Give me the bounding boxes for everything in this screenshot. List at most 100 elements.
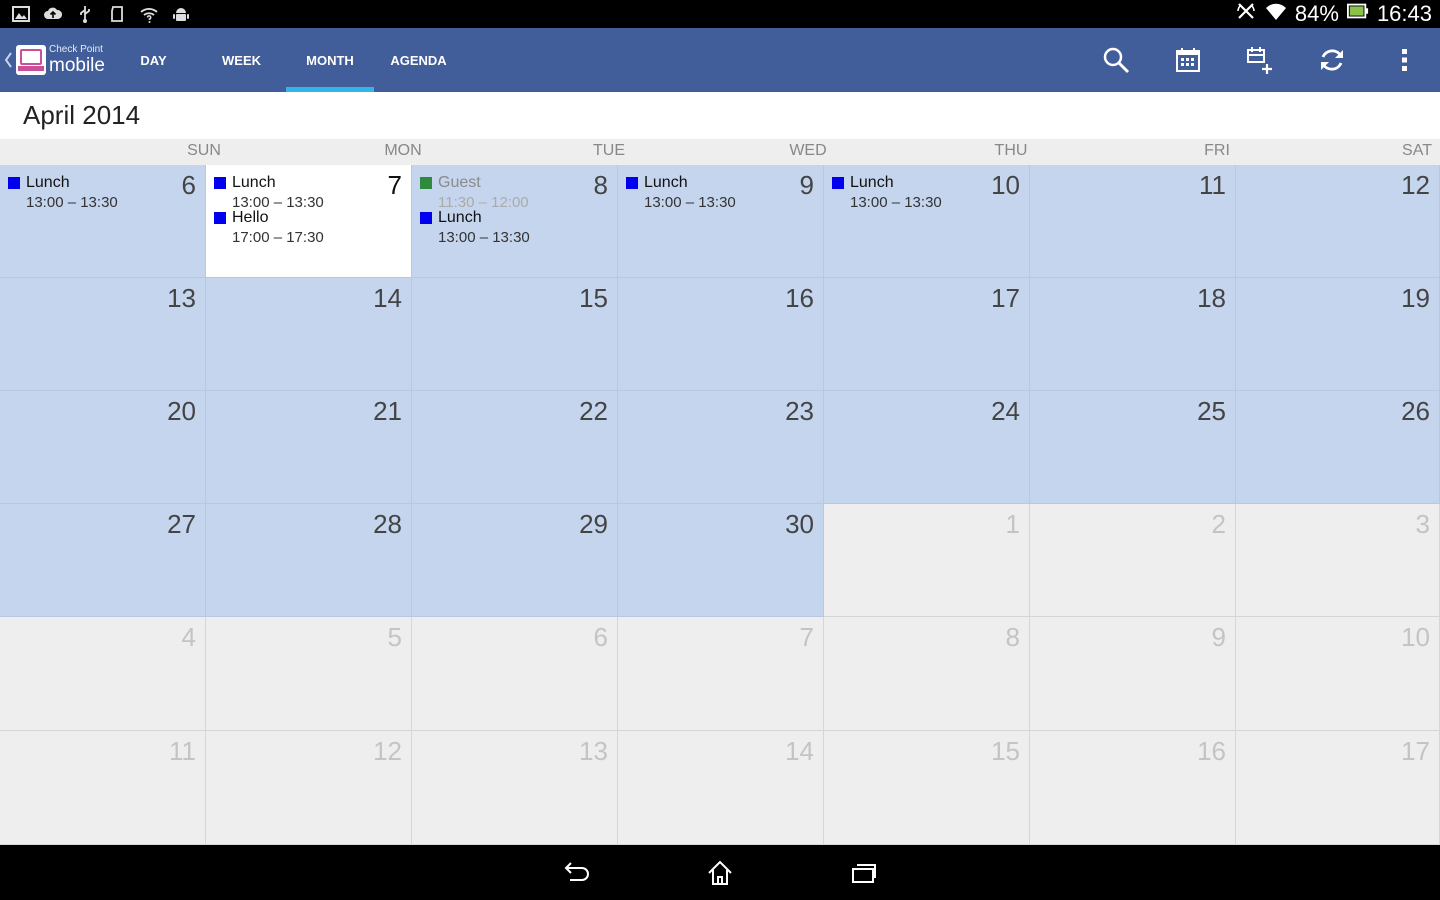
day-cell[interactable]: 13	[0, 278, 206, 391]
day-cell[interactable]: 17	[1236, 731, 1440, 845]
weekday-sat: SAT	[1402, 142, 1432, 159]
overflow-menu-button[interactable]	[1368, 28, 1440, 92]
cloud-icon	[42, 3, 64, 25]
day-number: 9	[1211, 622, 1226, 652]
refresh-button[interactable]	[1296, 28, 1368, 92]
day-cell[interactable]: 9	[1030, 617, 1236, 731]
android-icon	[170, 3, 192, 25]
day-cell[interactable]: 7 Lunch 13:00 – 13:30 Hello 17:00 – 17:30	[206, 165, 412, 278]
event-title-row: Lunch	[420, 209, 530, 227]
calendar-event[interactable]: Lunch 13:00 – 13:30	[8, 174, 118, 212]
day-cell[interactable]: 30	[618, 504, 824, 617]
day-cell[interactable]: 14	[206, 278, 412, 391]
day-cell[interactable]: 8	[824, 617, 1030, 731]
calendar-event[interactable]: Hello 17:00 – 17:30	[214, 209, 324, 247]
day-cell[interactable]: 29	[412, 504, 618, 617]
day-cell[interactable]: 15	[824, 731, 1030, 845]
day-cell[interactable]: 9 Lunch 13:00 – 13:30	[618, 165, 824, 278]
event-title-row: Hello	[214, 209, 324, 227]
tab-month[interactable]: MONTH	[286, 28, 374, 92]
month-title: April 2014	[23, 100, 141, 130]
go-to-today-button[interactable]	[1152, 28, 1224, 92]
home-button[interactable]	[702, 857, 738, 889]
tab-week[interactable]: WEEK	[197, 28, 286, 92]
day-cell[interactable]: 16	[1030, 731, 1236, 845]
recent-apps-button[interactable]	[846, 857, 882, 889]
tab-day[interactable]: DAY	[110, 28, 197, 92]
event-color-icon	[420, 212, 432, 225]
day-number: 18	[1197, 283, 1226, 313]
day-cell[interactable]: 4	[0, 617, 206, 731]
day-cell[interactable]: 2	[1030, 504, 1236, 617]
event-title: Hello	[232, 209, 269, 226]
day-number: 8	[593, 170, 608, 200]
weekday-thu: THU	[994, 142, 1028, 159]
day-cell[interactable]: 24	[824, 391, 1030, 504]
day-number: 16	[1197, 736, 1226, 766]
day-cell[interactable]: 16	[618, 278, 824, 391]
day-cell[interactable]: 12	[206, 731, 412, 845]
day-cell[interactable]: 6 Lunch 13:00 – 13:30	[0, 165, 206, 278]
calendar-event[interactable]: Guest 11:30 – 12:00	[420, 174, 529, 212]
day-cell[interactable]: 26	[1236, 391, 1440, 504]
up-navigation-icon[interactable]	[3, 50, 13, 70]
day-number: 14	[785, 736, 814, 766]
day-cell[interactable]: 7	[618, 617, 824, 731]
day-cell[interactable]: 19	[1236, 278, 1440, 391]
event-title-row: Lunch	[626, 174, 736, 192]
sd-card-icon	[106, 3, 128, 25]
day-cell[interactable]: 5	[206, 617, 412, 731]
day-cell[interactable]: 28	[206, 504, 412, 617]
calendar-event[interactable]: Lunch 13:00 – 13:30	[214, 174, 324, 212]
day-cell[interactable]: 22	[412, 391, 618, 504]
day-cell[interactable]: 8 Guest 11:30 – 12:00 Lunch 13:00 – 13:30	[412, 165, 618, 278]
day-cell[interactable]: 11	[1030, 165, 1236, 278]
day-number: 4	[181, 622, 196, 652]
nfc-icon	[1235, 0, 1257, 28]
new-event-button[interactable]	[1224, 28, 1296, 92]
navigation-bar	[0, 845, 1440, 900]
app-logo-icon[interactable]	[16, 45, 46, 75]
event-title: Lunch	[26, 174, 70, 191]
day-cell[interactable]: 10	[1236, 617, 1440, 731]
day-cell[interactable]: 12	[1236, 165, 1440, 278]
calendar-event[interactable]: Lunch 13:00 – 13:30	[626, 174, 736, 212]
event-title-row: Lunch	[832, 174, 942, 192]
month-grid: 6 Lunch 13:00 – 13:30 7 Lunch 13:00 – 13:30 He…	[0, 165, 1440, 845]
day-cell[interactable]: 17	[824, 278, 1030, 391]
day-cell[interactable]: 3	[1236, 504, 1440, 617]
day-number: 17	[1401, 736, 1430, 766]
day-cell[interactable]: 27	[0, 504, 206, 617]
back-button[interactable]	[558, 857, 594, 889]
search-button[interactable]	[1080, 28, 1152, 92]
day-cell[interactable]: 14	[618, 731, 824, 845]
day-cell[interactable]: 1	[824, 504, 1030, 617]
day-cell[interactable]: 21	[206, 391, 412, 504]
day-number: 6	[593, 622, 608, 652]
calendar-event[interactable]: Lunch 13:00 – 13:30	[420, 209, 530, 247]
day-cell[interactable]: 10 Lunch 13:00 – 13:30	[824, 165, 1030, 278]
day-cell[interactable]: 6	[412, 617, 618, 731]
day-cell[interactable]: 13	[412, 731, 618, 845]
tab-agenda[interactable]: AGENDA	[374, 28, 463, 92]
day-cell[interactable]: 23	[618, 391, 824, 504]
day-cell[interactable]: 25	[1030, 391, 1236, 504]
event-title: Lunch	[232, 174, 276, 191]
new-event-icon	[1247, 47, 1272, 74]
day-cell[interactable]: 20	[0, 391, 206, 504]
day-cell[interactable]: 18	[1030, 278, 1236, 391]
status-bar: 84% 16:43	[0, 0, 1440, 28]
day-number: 13	[167, 283, 196, 313]
event-time: 13:00 – 13:30	[850, 194, 942, 212]
clock: 16:43	[1376, 1, 1432, 26]
day-number: 27	[167, 509, 196, 539]
brand-bottom: mobile	[49, 55, 105, 76]
day-number: 7	[387, 170, 402, 200]
day-number: 15	[579, 283, 608, 313]
day-number: 8	[1005, 622, 1020, 652]
event-color-icon	[626, 177, 638, 190]
day-cell[interactable]: 11	[0, 731, 206, 845]
calendar-event[interactable]: Lunch 13:00 – 13:30	[832, 174, 942, 212]
event-title: Lunch	[850, 174, 894, 191]
day-cell[interactable]: 15	[412, 278, 618, 391]
